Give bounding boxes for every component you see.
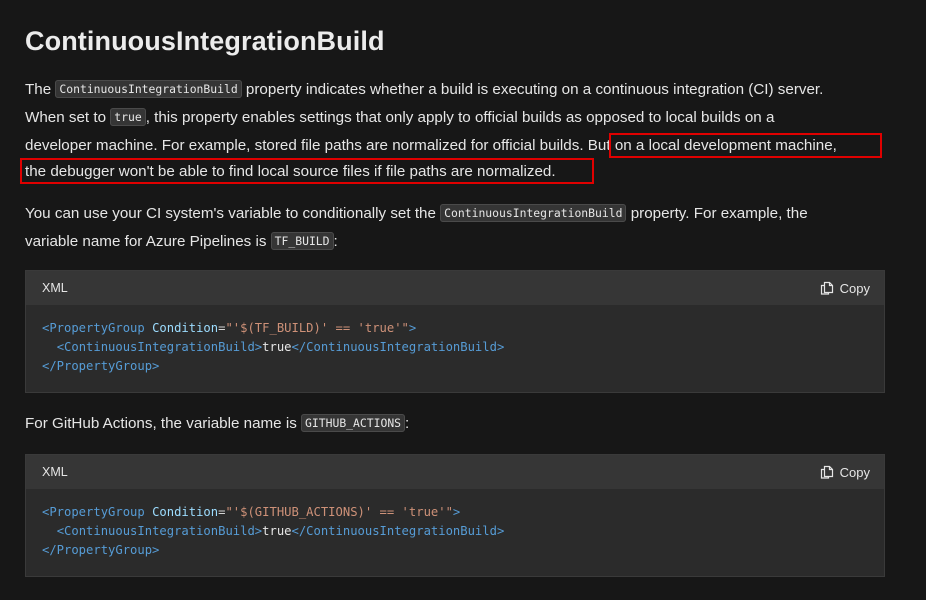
code-line: <ContinuousIntegrationBuild>true</Contin… [42, 522, 505, 541]
highlight-box [609, 133, 882, 158]
text: developer machine. For example, stored f… [25, 137, 588, 154]
inline-code: GITHUB_ACTIONS [301, 414, 406, 432]
code-token: > [408, 321, 417, 335]
code-token: <PropertyGroup [42, 505, 153, 519]
code-line: </PropertyGroup> [42, 357, 159, 376]
code-block-header: XML Copy [26, 271, 884, 305]
code-token: <PropertyGroup [42, 321, 153, 335]
code-line: <PropertyGroup Condition="'$(GITHUB_ACTI… [42, 503, 460, 522]
copy-label: Copy [839, 280, 870, 296]
code-token: </PropertyGroup> [42, 359, 160, 373]
copy-icon [820, 281, 834, 295]
code-line: <ContinuousIntegrationBuild>true</Contin… [42, 338, 505, 357]
code-token: "'$(GITHUB_ACTIONS)' == 'true'" [225, 505, 453, 519]
code-line: </PropertyGroup> [42, 541, 159, 560]
code-token: "'$(TF_BUILD)' == 'true'" [225, 321, 409, 335]
paragraph-line: variable name for Azure Pipelines is TF_… [25, 228, 338, 255]
code-token: Condition [152, 321, 219, 335]
inline-code: ContinuousIntegrationBuild [440, 204, 627, 222]
copy-icon [820, 465, 834, 479]
code-token: </ContinuousIntegrationBuild> [291, 524, 505, 538]
copy-button[interactable]: Copy [820, 279, 870, 297]
code-block-github: XML Copy <PropertyGroup Condition="'$(GI… [25, 454, 885, 577]
text: When set to [25, 109, 111, 126]
paragraph-line: When set to true, this property enables … [25, 104, 774, 131]
code-language-label: XML [42, 281, 68, 295]
copy-label: Copy [839, 464, 870, 480]
paragraph-line: The ContinuousIntegrationBuild property … [25, 76, 823, 103]
code-token: <ContinuousIntegrationBuild> [56, 524, 263, 538]
text: : [405, 415, 410, 432]
text: The [25, 81, 56, 98]
code-token: true [262, 340, 292, 354]
text: For GitHub Actions, the variable name is [25, 415, 302, 432]
page-title: ContinuousIntegrationBuild [25, 26, 385, 56]
code-token: true [262, 524, 292, 538]
text: property indicates whether a build is ex… [241, 81, 824, 98]
code-block-azure: XML Copy <PropertyGroup Condition="'$(TF… [25, 270, 885, 393]
text: You can use your CI system's variable to… [25, 205, 441, 222]
code-token: Condition [152, 505, 219, 519]
code-language-label: XML [42, 465, 68, 479]
highlight-box [20, 158, 594, 184]
text: variable name for Azure Pipelines is [25, 233, 271, 250]
code-block-header: XML Copy [26, 455, 884, 489]
inline-code: TF_BUILD [270, 232, 334, 250]
code-token: <ContinuousIntegrationBuild> [56, 340, 263, 354]
text: property. For example, the [626, 205, 808, 222]
text: , this property enables settings that on… [145, 109, 775, 126]
text: : [333, 233, 338, 250]
inline-code: true [110, 108, 146, 126]
code-token: > [452, 505, 461, 519]
copy-button[interactable]: Copy [820, 463, 870, 481]
code-line: <PropertyGroup Condition="'$(TF_BUILD)' … [42, 319, 416, 338]
code-token: </PropertyGroup> [42, 543, 160, 557]
paragraph-line: For GitHub Actions, the variable name is… [25, 410, 409, 437]
paragraph-line: You can use your CI system's variable to… [25, 200, 808, 227]
inline-code: ContinuousIntegrationBuild [55, 80, 242, 98]
code-token: </ContinuousIntegrationBuild> [291, 340, 505, 354]
